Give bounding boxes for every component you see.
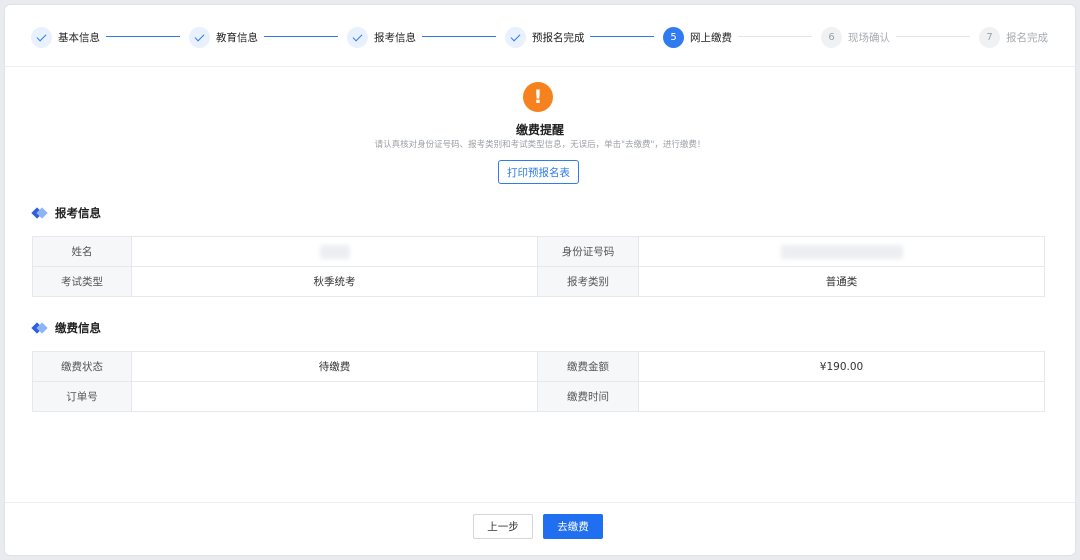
step-number: 7 — [979, 26, 1000, 48]
category-label: 报考类别 — [537, 266, 639, 297]
step-label: 预报名完成 — [532, 31, 585, 44]
step-number: 5 — [663, 26, 684, 48]
registration-table: 姓名 身份证号码 考试类型 秋季统考 报考类别 普通类 — [32, 236, 1045, 297]
table-row: 姓名 身份证号码 — [32, 236, 1045, 267]
check-icon — [347, 26, 368, 48]
step-registration-complete[interactable]: 7 报名完成 — [979, 26, 1048, 48]
notice-title: 缴费提醒 — [515, 123, 564, 137]
step-label: 教育信息 — [216, 31, 258, 44]
step-education-info[interactable]: 教育信息 — [189, 26, 258, 48]
page-frame: 基本信息 教育信息 报考信息 预报名完成 5 网上缴费 6 现场确认 7 报名完… — [4, 4, 1076, 556]
step-exam-info[interactable]: 报考信息 — [347, 26, 416, 48]
payment-status-label: 缴费状态 — [32, 351, 132, 382]
name-label: 姓名 — [32, 236, 132, 267]
step-online-payment[interactable]: 5 网上缴费 — [663, 26, 732, 48]
step-onsite-confirmation[interactable]: 6 现场确认 — [821, 26, 890, 48]
step-label: 报考信息 — [374, 31, 416, 44]
step-label: 基本信息 — [58, 31, 100, 44]
step-progress-bar: 基本信息 教育信息 报考信息 预报名完成 5 网上缴费 6 现场确认 7 报名完… — [5, 5, 1075, 67]
payment-amount-label: 缴费金额 — [537, 351, 639, 382]
step-label: 报名完成 — [1006, 31, 1048, 44]
step-connector — [106, 36, 180, 37]
section-title: 缴费信息 — [55, 321, 101, 335]
step-label: 网上缴费 — [690, 31, 732, 44]
exam-type-value: 秋季统考 — [131, 266, 538, 297]
name-value — [131, 236, 538, 267]
step-number: 6 — [821, 26, 842, 48]
section-title: 报考信息 — [55, 206, 101, 220]
diamond-icon — [32, 207, 47, 219]
id-number-value — [638, 236, 1045, 267]
step-label: 现场确认 — [848, 31, 890, 44]
table-row: 订单号 缴费时间 — [32, 381, 1045, 412]
payment-amount-value: ¥190.00 — [638, 351, 1045, 382]
step-pre-registration-complete[interactable]: 预报名完成 — [505, 26, 585, 48]
check-icon — [505, 26, 526, 48]
table-row: 缴费状态 待缴费 缴费金额 ¥190.00 — [32, 351, 1045, 382]
go-pay-button[interactable]: 去缴费 — [543, 514, 603, 539]
registration-section-header: 报考信息 — [32, 205, 101, 221]
diamond-icon — [32, 322, 47, 334]
redacted-id-number — [780, 244, 903, 259]
previous-step-button[interactable]: 上一步 — [473, 514, 533, 539]
id-number-label: 身份证号码 — [537, 236, 639, 267]
check-icon — [189, 26, 210, 48]
order-number-label: 订单号 — [32, 381, 132, 412]
payment-time-label: 缴费时间 — [537, 381, 639, 412]
step-connector — [738, 36, 812, 37]
payment-section-header: 缴费信息 — [32, 320, 101, 336]
order-number-value — [131, 381, 538, 412]
step-connector — [264, 36, 338, 37]
redacted-name — [319, 244, 350, 259]
print-pre-registration-button[interactable]: 打印预报名表 — [498, 160, 579, 184]
step-connector — [590, 36, 654, 37]
payment-status-value: 待缴费 — [131, 351, 538, 382]
exam-type-label: 考试类型 — [32, 266, 132, 297]
step-basic-info[interactable]: 基本信息 — [31, 26, 100, 48]
step-connector — [422, 36, 496, 37]
notice-description: 请认真核对身份证号码、报考类别和考试类型信息，无误后，单击"去缴费"，进行缴费！ — [374, 140, 706, 150]
payment-time-value — [638, 381, 1045, 412]
step-connector — [896, 36, 970, 37]
payment-table: 缴费状态 待缴费 缴费金额 ¥190.00 订单号 缴费时间 — [32, 351, 1045, 412]
table-row: 考试类型 秋季统考 报考类别 普通类 — [32, 266, 1045, 297]
check-icon — [31, 26, 52, 48]
footer-actions: 上一步 去缴费 — [5, 502, 1075, 555]
category-value: 普通类 — [638, 266, 1045, 297]
exclamation-icon: ! — [523, 82, 553, 112]
